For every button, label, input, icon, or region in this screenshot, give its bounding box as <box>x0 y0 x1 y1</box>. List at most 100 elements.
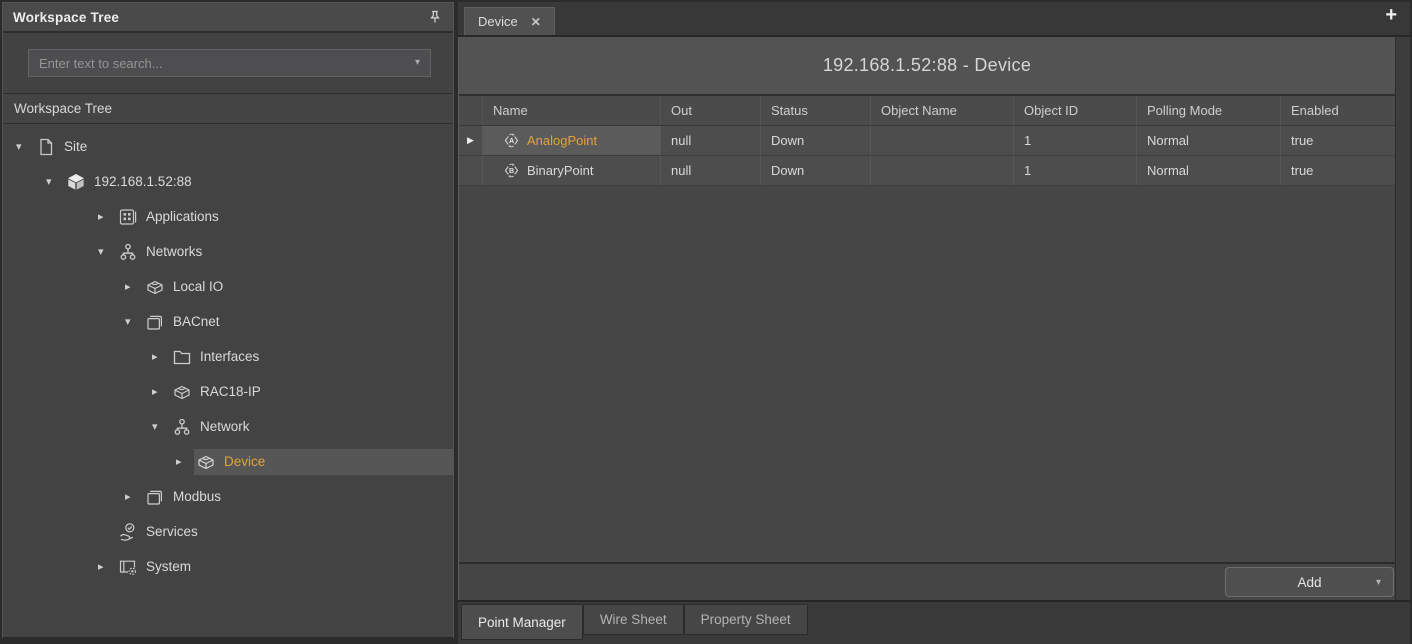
tree-item-controller[interactable]: ▾ 192.168.1.52:88 <box>3 164 453 199</box>
protocol-stack-icon <box>145 312 165 332</box>
tree-item-applications[interactable]: ▸ Applications <box>3 199 453 234</box>
table-empty-area <box>459 186 1395 562</box>
search-input[interactable] <box>39 56 415 71</box>
action-bar: Add ▾ <box>459 562 1395 600</box>
device-cube-icon <box>196 452 216 472</box>
cell-name: B BinaryPoint <box>483 156 661 185</box>
expander-expanded-icon[interactable]: ▾ <box>152 420 170 433</box>
cell-object-id: 1 <box>1014 126 1137 155</box>
cell-status: Down <box>761 126 871 155</box>
expander-expanded-icon[interactable]: ▾ <box>98 245 116 258</box>
tree-item-local-io[interactable]: ▸ Local IO <box>3 269 453 304</box>
tree-item-label: RAC18-IP <box>200 384 261 399</box>
network-icon <box>172 417 192 437</box>
tree-item-label: 192.168.1.52:88 <box>94 174 192 189</box>
table-header-row: Name Out Status Object Name Object ID Po… <box>459 96 1395 126</box>
cell-object-name <box>871 156 1014 185</box>
tree-item-modbus[interactable]: ▸ Modbus <box>3 479 453 514</box>
selected-tree-item[interactable]: Device <box>194 449 453 475</box>
close-tab-icon[interactable]: ✕ <box>531 15 541 29</box>
add-dropdown-icon[interactable]: ▾ <box>1376 577 1381 588</box>
point-name: AnalogPoint <box>527 133 597 148</box>
row-selection-indicator: ▶ <box>459 126 483 155</box>
tree-item-site[interactable]: ▾ Site <box>3 129 453 164</box>
tree-item-network[interactable]: ▾ Network <box>3 409 453 444</box>
tree-item-label: BACnet <box>173 314 220 329</box>
page-title: 192.168.1.52:88 - Device <box>823 55 1031 76</box>
expander-collapsed-icon[interactable]: ▸ <box>98 210 116 223</box>
column-header-object-id[interactable]: Object ID <box>1014 96 1137 125</box>
expander-expanded-icon[interactable]: ▾ <box>125 315 143 328</box>
tree-item-rac18-ip[interactable]: ▸ RAC18-IP <box>3 374 453 409</box>
column-header-object-name[interactable]: Object Name <box>871 96 1014 125</box>
expander-collapsed-icon[interactable]: ▸ <box>98 560 116 573</box>
column-header-out[interactable]: Out <box>661 96 761 125</box>
expander-collapsed-icon[interactable]: ▸ <box>176 455 194 468</box>
cell-out: null <box>661 156 761 185</box>
expander-collapsed-icon[interactable]: ▸ <box>125 280 143 293</box>
network-icon <box>118 242 138 262</box>
workspace-tree-panel: Workspace Tree ▾ Workspace Tree ▾ <box>2 2 454 638</box>
expander-expanded-icon[interactable]: ▾ <box>46 175 64 188</box>
workspace-tree-title: Workspace Tree <box>13 10 427 25</box>
tree-item-bacnet[interactable]: ▾ BACnet <box>3 304 453 339</box>
view-tab-bar: Point Manager Wire Sheet Property Sheet <box>458 600 1410 644</box>
tree-item-label: Services <box>146 524 198 539</box>
tab-point-manager[interactable]: Point Manager <box>461 604 583 640</box>
cell-enabled: true <box>1281 126 1395 155</box>
column-header-polling-mode[interactable]: Polling Mode <box>1137 96 1281 125</box>
tree-item-label: Device <box>224 454 265 469</box>
column-header-indicator <box>459 96 483 125</box>
search-section: ▾ <box>3 33 453 94</box>
expander-collapsed-icon[interactable]: ▸ <box>125 490 143 503</box>
folder-icon <box>172 347 192 367</box>
table-row-analogpoint[interactable]: ▶ A AnalogPoint null <box>459 126 1395 156</box>
cell-name: A AnalogPoint <box>483 126 661 155</box>
workspace-tree-section-label: Workspace Tree <box>3 94 453 124</box>
column-header-enabled[interactable]: Enabled <box>1281 96 1395 125</box>
column-header-name[interactable]: Name <box>483 96 661 125</box>
expander-collapsed-icon[interactable]: ▸ <box>152 385 170 398</box>
table-row-binarypoint[interactable]: B BinaryPoint null Down 1 Normal true <box>459 156 1395 186</box>
workspace-tree: ▾ Site ▾ 192.168.1.52:88 <box>3 124 453 637</box>
tree-item-interfaces[interactable]: ▸ Interfaces <box>3 339 453 374</box>
scrollbar-gutter <box>1395 37 1410 600</box>
application-window: Workspace Tree ▾ Workspace Tree ▾ <box>0 0 1412 644</box>
tree-item-device[interactable]: ▸ Device <box>3 444 453 479</box>
tree-item-label: Networks <box>146 244 202 259</box>
device-cube-icon <box>172 382 192 402</box>
tree-item-label: System <box>146 559 191 574</box>
tab-wire-sheet[interactable]: Wire Sheet <box>583 604 684 635</box>
tab-device[interactable]: Device ✕ <box>464 7 555 35</box>
pin-icon[interactable] <box>427 9 443 25</box>
tree-item-label: Site <box>64 139 87 154</box>
expander-collapsed-icon[interactable]: ▸ <box>152 350 170 363</box>
document-tab-bar: Device ✕ + <box>458 2 1410 35</box>
tree-item-label: Local IO <box>173 279 223 294</box>
point-name: BinaryPoint <box>527 163 593 178</box>
analog-point-icon: A <box>503 132 520 149</box>
tree-item-label: Applications <box>146 209 219 224</box>
cell-out: null <box>661 126 761 155</box>
search-box[interactable]: ▾ <box>28 49 431 77</box>
cell-object-name <box>871 126 1014 155</box>
main-panel: Device ✕ + 192.168.1.52:88 - Device Name… <box>458 2 1410 644</box>
svg-text:B: B <box>509 167 514 175</box>
column-header-status[interactable]: Status <box>761 96 871 125</box>
applications-icon <box>118 207 138 227</box>
tree-item-system[interactable]: ▸ System <box>3 549 453 584</box>
cell-object-id: 1 <box>1014 156 1137 185</box>
new-tab-button[interactable]: + <box>1385 5 1397 25</box>
expander-expanded-icon[interactable]: ▾ <box>16 140 34 153</box>
add-button[interactable]: Add ▾ <box>1225 567 1394 597</box>
cell-status: Down <box>761 156 871 185</box>
document-icon <box>36 137 56 157</box>
tab-property-sheet[interactable]: Property Sheet <box>684 604 808 635</box>
tab-content: 192.168.1.52:88 - Device Name Out Status… <box>458 35 1410 600</box>
tree-item-services[interactable]: Services <box>3 514 453 549</box>
search-dropdown-icon[interactable]: ▾ <box>415 58 420 68</box>
services-icon <box>118 522 138 542</box>
controller-icon <box>66 172 86 192</box>
cell-enabled: true <box>1281 156 1395 185</box>
tree-item-networks[interactable]: ▾ Networks <box>3 234 453 269</box>
